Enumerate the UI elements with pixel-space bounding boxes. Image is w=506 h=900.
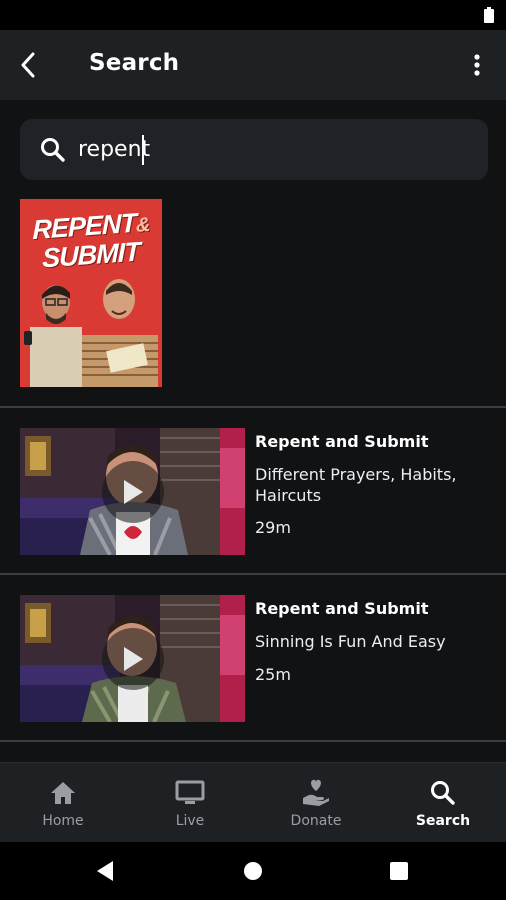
poster-title: REPENT& SUBMIT [32, 207, 150, 274]
donate-icon [300, 777, 332, 809]
play-button[interactable] [102, 628, 164, 690]
episode-item[interactable]: Repent and Submit Sinning Is Fun And Eas… [20, 595, 490, 723]
system-home-button[interactable] [240, 858, 266, 884]
nav-item-search[interactable]: Search [380, 763, 506, 843]
nav-label-live: Live [175, 813, 205, 829]
search-icon [427, 777, 459, 809]
circle-home-icon [244, 862, 262, 880]
search-bar[interactable] [20, 119, 488, 180]
more-vertical-icon [474, 54, 480, 76]
system-navigation-bar [0, 842, 506, 900]
nav-item-live[interactable]: Live [127, 763, 253, 843]
poster-hosts-image [24, 279, 158, 387]
app-bar: Search [0, 30, 506, 100]
overflow-menu-button[interactable] [460, 48, 494, 82]
play-icon [124, 480, 143, 504]
divider [0, 406, 506, 408]
back-button[interactable] [12, 48, 46, 82]
search-input[interactable] [78, 129, 468, 169]
nav-item-donate[interactable]: Donate [253, 763, 379, 843]
play-icon [124, 647, 143, 671]
monitor-icon [174, 777, 206, 809]
search-icon [41, 138, 65, 162]
play-button[interactable] [102, 461, 164, 523]
episode-thumbnail [20, 428, 245, 555]
episode-duration: 25m [255, 665, 291, 684]
screen: Search REPENT& SUBMIT [0, 0, 506, 900]
triangle-back-icon [97, 861, 113, 881]
nav-label-search: Search [415, 813, 471, 829]
divider [0, 740, 506, 742]
episode-title: Different Prayers, Habits, Haircuts [255, 465, 457, 505]
episode-show-name: Repent and Submit [255, 432, 429, 451]
nav-label-home: Home [42, 813, 84, 829]
episode-item[interactable]: Repent and Submit Different Prayers, Hab… [20, 428, 490, 556]
nav-item-home[interactable]: Home [0, 763, 126, 843]
text-cursor [142, 135, 144, 165]
nav-label-donate: Donate [290, 813, 342, 829]
divider [0, 573, 506, 575]
show-poster[interactable]: REPENT& SUBMIT [20, 199, 162, 387]
episode-duration: 29m [255, 518, 291, 537]
back-arrow-icon [21, 52, 35, 78]
system-recents-button[interactable] [386, 858, 412, 884]
system-back-button[interactable] [92, 858, 118, 884]
battery-icon [484, 7, 494, 23]
page-title: Search [89, 50, 180, 76]
episode-show-name: Repent and Submit [255, 599, 429, 618]
bottom-navigation: Home Live Donate Search [0, 762, 506, 842]
home-icon [47, 777, 79, 809]
square-recents-icon [390, 862, 408, 880]
episode-title: Sinning Is Fun And Easy [255, 632, 446, 651]
status-bar [0, 0, 506, 30]
episode-thumbnail [20, 595, 245, 722]
